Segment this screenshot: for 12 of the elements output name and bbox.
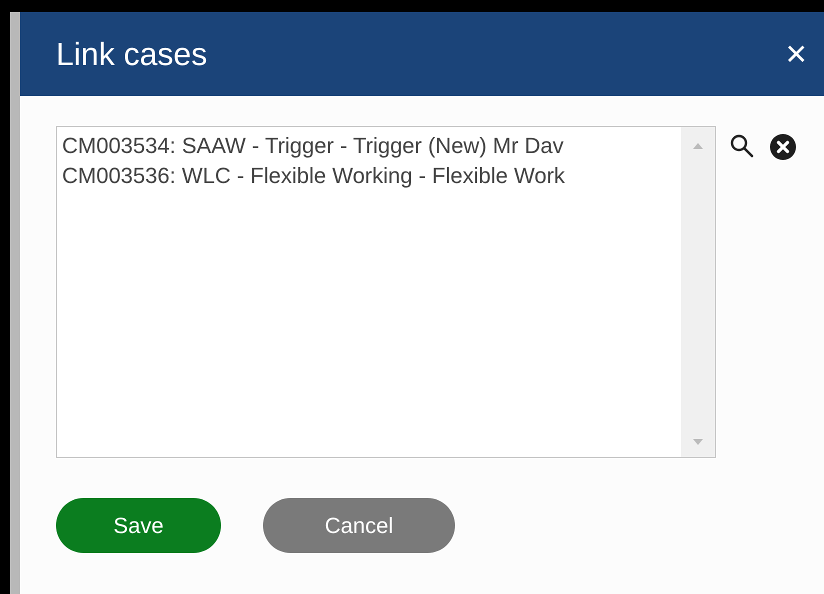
cancel-button[interactable]: Cancel	[263, 498, 455, 553]
scroll-up-icon[interactable]	[693, 143, 703, 149]
case-entry[interactable]: CM003536: WLC - Flexible Working - Flexible Work	[62, 161, 681, 191]
case-list-field[interactable]: CM003534: SAAW - Trigger - Trigger (New) Mr Dav CM003536: WLC - Flexible Working - Flexible Work	[56, 126, 716, 458]
search-icon[interactable]	[730, 134, 754, 158]
scroll-down-icon[interactable]	[693, 439, 703, 445]
save-button[interactable]: Save	[56, 498, 221, 553]
dialog-title: Link cases	[56, 36, 208, 72]
clear-icon[interactable]	[770, 134, 796, 160]
case-entry[interactable]: CM003534: SAAW - Trigger - Trigger (New) Mr Dav	[62, 131, 681, 161]
close-button[interactable]: ✕	[780, 34, 812, 74]
scrollbar[interactable]	[681, 127, 715, 457]
